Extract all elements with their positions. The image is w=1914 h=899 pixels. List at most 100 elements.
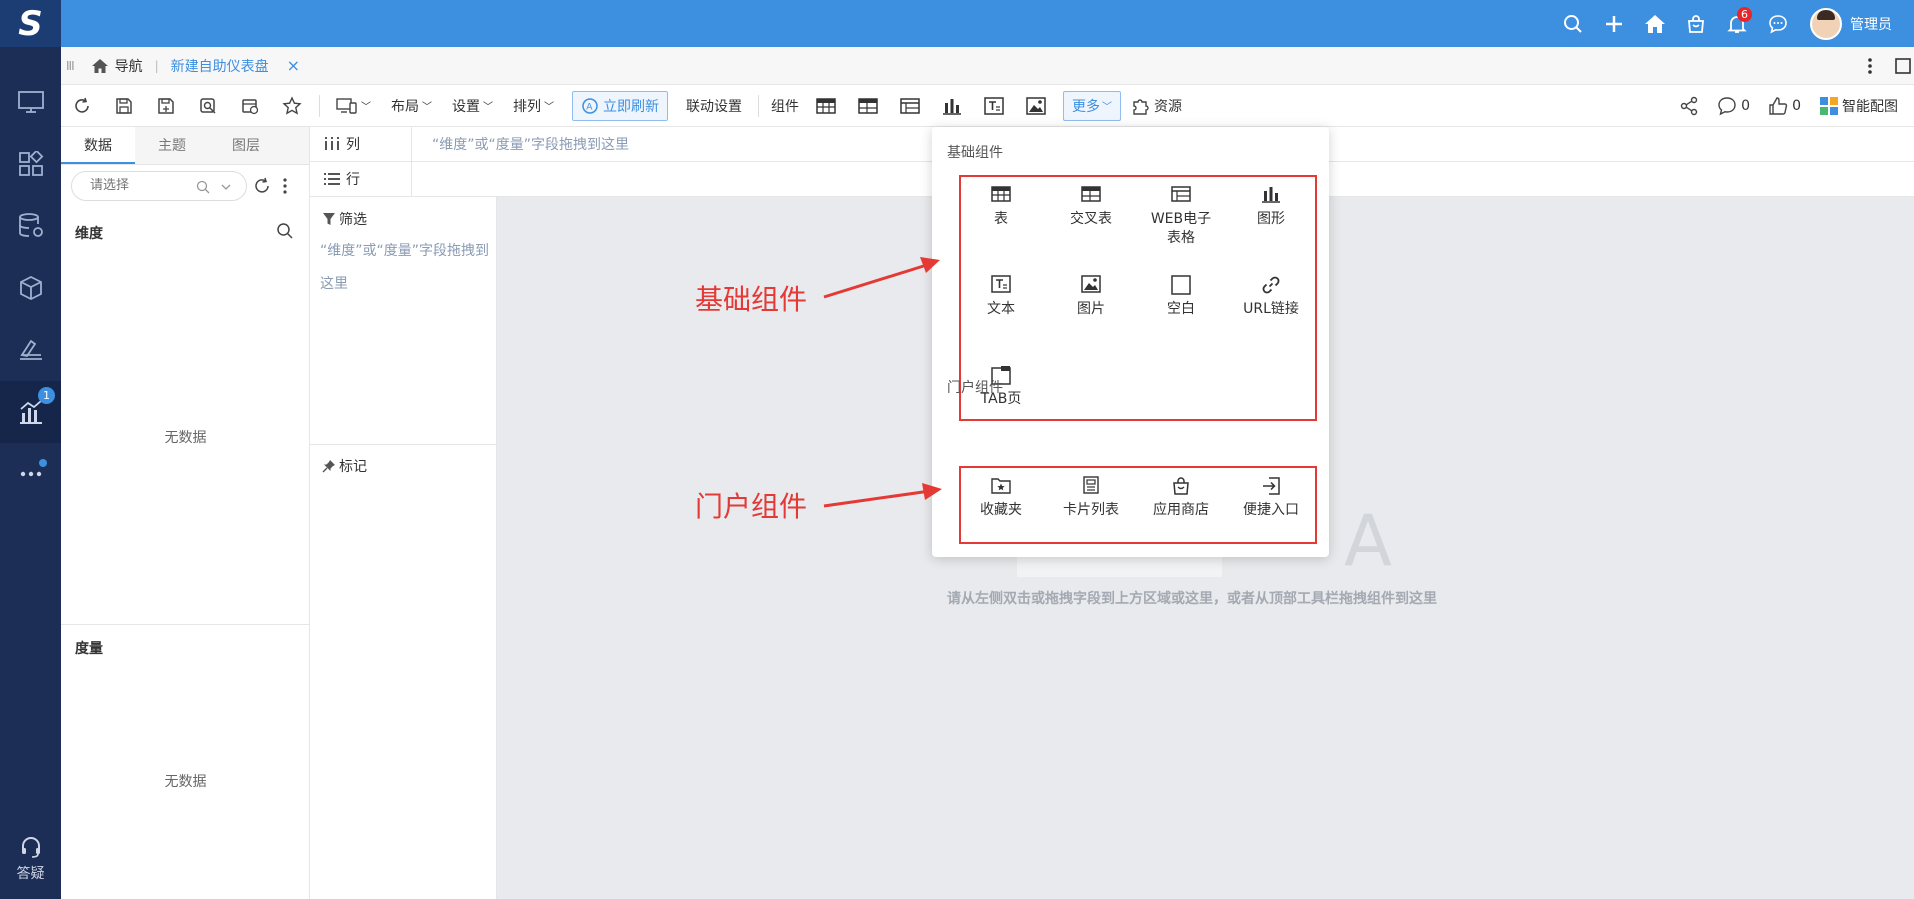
sidebar-item-monitor[interactable] <box>0 71 61 133</box>
tab-theme[interactable]: 主题 <box>135 127 209 164</box>
shop-icon[interactable] <box>1675 0 1716 47</box>
schedule-icon[interactable] <box>229 85 271 127</box>
search-icon <box>277 223 293 239</box>
component-card-list[interactable]: 卡片列表 <box>1051 476 1131 520</box>
annotation-arrow-portal <box>823 483 942 508</box>
linkage-settings-button[interactable]: 联动设置 <box>676 96 752 116</box>
sidebar-item-cube[interactable] <box>0 257 61 319</box>
component-quick-entry-label: 便捷入口 <box>1243 502 1299 518</box>
component-crosstab[interactable]: 交叉表 <box>1051 185 1131 229</box>
settings-menu[interactable]: 设置 ﹀ <box>442 96 503 116</box>
card-list-icon <box>1083 476 1099 494</box>
user-name[interactable]: 管理员 <box>1850 14 1892 34</box>
tab-layers[interactable]: 图层 <box>209 127 283 164</box>
auto-refresh-icon: A <box>582 97 598 114</box>
columns-icon <box>325 137 339 150</box>
svg-text:A: A <box>586 102 593 112</box>
annotation-arrow-basic <box>823 257 940 299</box>
rows-icon <box>324 173 340 185</box>
filter-label: 筛选 <box>339 212 367 228</box>
filter-divider <box>310 444 497 445</box>
component-quick-entry[interactable]: 便捷入口 <box>1231 476 1311 520</box>
canvas-hint: 请从左侧双击或拖拽字段到上方区域或这里，或者从顶部工具栏拖拽组件到这里 <box>947 591 1437 607</box>
chevron-down-icon: ﹀ <box>1102 102 1112 113</box>
left-sidebar: 1 答疑 <box>0 47 61 899</box>
smart-chart-button[interactable]: 智能配图 <box>1819 96 1914 116</box>
kebab-menu-icon <box>1868 58 1872 74</box>
component-blank[interactable]: 空白 <box>1141 275 1221 319</box>
component-app-store-label: 应用商店 <box>1153 502 1209 518</box>
comment-count[interactable]: 0 <box>1741 98 1750 114</box>
sidebar-item-apps[interactable] <box>0 133 61 195</box>
plus-icon[interactable] <box>1593 0 1634 47</box>
tab-right-actions <box>1860 47 1914 85</box>
more-label: 更多 <box>1072 98 1100 115</box>
more-components-button[interactable]: 更多 ﹀ <box>1063 90 1121 121</box>
save-as-icon[interactable] <box>145 85 187 127</box>
layout-label: 布局 <box>391 98 419 115</box>
search-icon[interactable] <box>1552 0 1593 47</box>
dataset-select[interactable] <box>71 171 247 201</box>
preview-icon[interactable] <box>187 85 229 127</box>
dimension-label: 维度 <box>75 226 103 242</box>
component-app-store[interactable]: 应用商店 <box>1141 476 1221 520</box>
sidebar-item-more[interactable] <box>0 443 61 505</box>
sidebar-item-design[interactable] <box>0 319 61 381</box>
tab-data[interactable]: 数据 <box>61 127 135 164</box>
home-icon[interactable] <box>1634 0 1675 47</box>
app-logo[interactable]: S <box>0 0 61 47</box>
save-icon[interactable] <box>103 85 145 127</box>
sidebar-more-dot <box>39 459 47 467</box>
user-avatar[interactable] <box>1810 7 1842 40</box>
component-image[interactable]: 图片 <box>1051 275 1131 319</box>
component-url-link[interactable]: URL链接 <box>1231 275 1311 319</box>
layout-menu[interactable]: 布局 ﹀ <box>381 96 442 116</box>
table-component-icon[interactable] <box>805 85 847 127</box>
like-count[interactable]: 0 <box>1792 98 1801 114</box>
headset-icon <box>21 837 40 858</box>
component-text[interactable]: 文本 <box>961 275 1041 319</box>
web-spreadsheet-component-icon[interactable] <box>889 85 931 127</box>
component-favorites-label: 收藏夹 <box>980 502 1022 518</box>
arrange-menu[interactable]: 排列 ﹀ <box>503 96 564 116</box>
tab-dashboard[interactable]: 新建自助仪表盘 <box>171 56 269 76</box>
annotation-portal-label: 门户组件 <box>695 490 808 523</box>
dataset-select-input[interactable] <box>90 178 190 193</box>
refresh-now-button[interactable]: A 立即刷新 <box>572 90 668 121</box>
bell-icon[interactable]: 6 <box>1716 0 1757 47</box>
more-components-dropdown: 基础组件 表 交叉表 WEB电子表格 图形 文本 图片 空白 URL链接 TAB… <box>932 127 1329 557</box>
help-button[interactable]: 答疑 <box>0 835 61 883</box>
home-icon <box>91 58 108 73</box>
image-component-icon[interactable] <box>1015 85 1057 127</box>
component-web-spreadsheet[interactable]: WEB电子表格 <box>1141 185 1221 248</box>
chevron-down-icon: ﹀ <box>544 102 554 113</box>
filter-drop-hint[interactable]: “维度”或“度量”字段拖拽到这里 <box>320 235 490 301</box>
text-component-icon[interactable] <box>973 85 1015 127</box>
tab-grip-icon[interactable]: III <box>66 59 75 73</box>
portal-components-title: 门户组件 <box>947 380 1003 396</box>
shop-bag-icon <box>1173 477 1189 495</box>
crosstab-component-icon[interactable] <box>847 85 889 127</box>
message-icon[interactable] <box>1757 0 1798 47</box>
tab-nav[interactable]: 导航 <box>91 56 143 76</box>
favorite-star-icon[interactable] <box>271 85 313 127</box>
component-favorites[interactable]: 收藏夹 <box>961 476 1041 520</box>
chart-icon <box>19 400 42 424</box>
sidebar-item-chart[interactable]: 1 <box>0 381 61 443</box>
device-select[interactable]: ﹀ <box>326 97 381 115</box>
resources-button[interactable]: 资源 <box>1121 96 1192 116</box>
cube-icon <box>19 275 42 301</box>
crosstab-icon <box>1081 186 1101 202</box>
dataset-select-row <box>61 165 309 207</box>
toolbar-divider <box>319 94 320 117</box>
web-spreadsheet-icon <box>1171 186 1191 202</box>
refresh-icon[interactable] <box>61 85 103 127</box>
chevron-down-icon: ﹀ <box>361 102 371 113</box>
measure-label: 度量 <box>75 641 103 657</box>
chart-component-icon[interactable] <box>931 85 973 127</box>
component-table[interactable]: 表 <box>961 185 1041 229</box>
favorites-folder-icon <box>991 478 1011 494</box>
tab-close-icon[interactable]: × <box>287 56 300 75</box>
component-chart[interactable]: 图形 <box>1231 185 1311 229</box>
sidebar-item-database[interactable] <box>0 195 61 257</box>
